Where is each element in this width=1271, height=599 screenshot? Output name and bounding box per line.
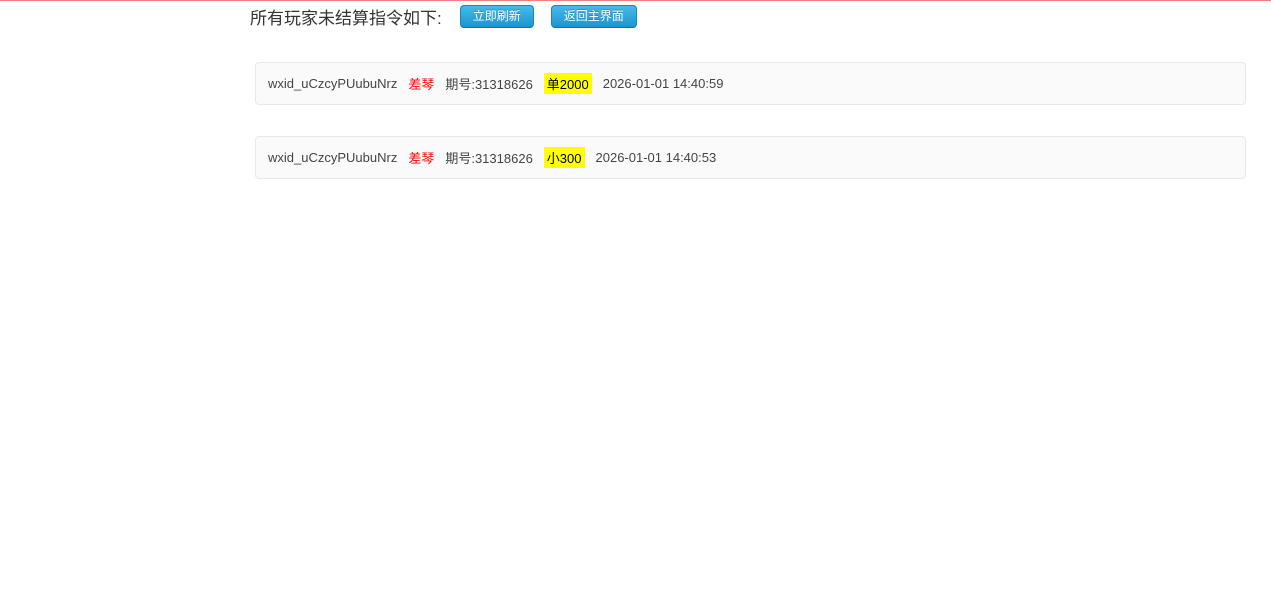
player-nickname: 差琴	[408, 77, 435, 92]
player-wxid: wxid_uCzcyPUubuNrz	[268, 76, 398, 91]
bet-highlight: 单2000	[543, 73, 592, 94]
period-number: 期号:31318626	[445, 77, 533, 92]
top-accent-line	[0, 0, 1271, 1]
bet-highlight: 小300	[543, 147, 585, 168]
order-row: wxid_uCzcyPUubuNrz 差琴 期号:31318626 小300 2…	[255, 136, 1246, 179]
orders-list: wxid_uCzcyPUubuNrz 差琴 期号:31318626 单2000 …	[255, 62, 1246, 179]
order-timestamp: 2026-01-01 14:40:53	[595, 150, 717, 165]
player-wxid: wxid_uCzcyPUubuNrz	[268, 150, 398, 165]
page-title: 所有玩家未结算指令如下:	[250, 8, 442, 28]
back-to-main-button[interactable]: 返回主界面	[550, 4, 637, 28]
page-header: 所有玩家未结算指令如下: 立即刷新 返回主界面	[250, 4, 1271, 28]
refresh-button[interactable]: 立即刷新	[459, 4, 534, 28]
order-timestamp: 2026-01-01 14:40:59	[602, 76, 724, 91]
player-nickname: 差琴	[408, 151, 435, 166]
order-row: wxid_uCzcyPUubuNrz 差琴 期号:31318626 单2000 …	[255, 62, 1246, 105]
period-number: 期号:31318626	[445, 151, 533, 166]
